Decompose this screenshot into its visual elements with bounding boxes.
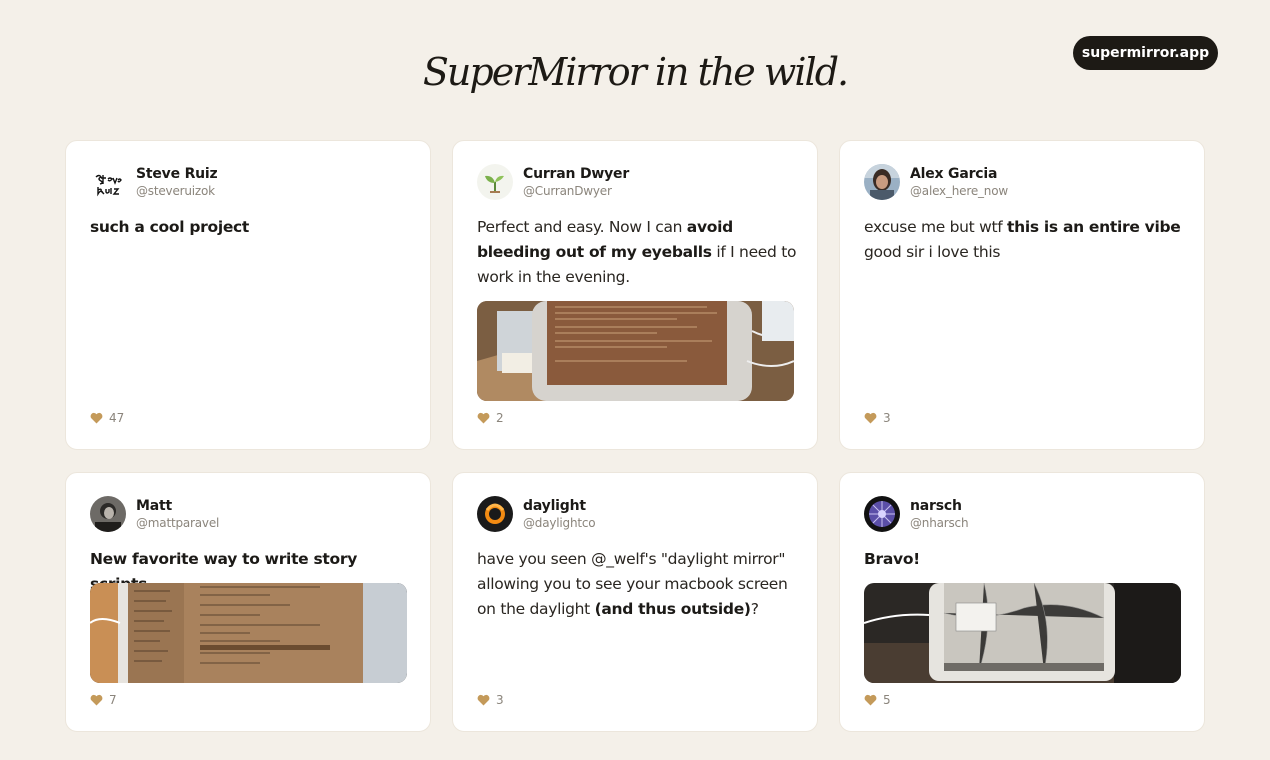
author-name: Curran Dwyer <box>523 165 630 182</box>
post-image-laptop-desk[interactable] <box>477 301 794 401</box>
author-name: Alex Garcia <box>910 165 998 182</box>
author-handle[interactable]: @steveruizok <box>136 183 217 199</box>
post-author: narsch @nharsch <box>864 496 969 532</box>
page-title: SuperMirror in the wild. <box>422 50 849 94</box>
author-name: daylight <box>523 497 586 514</box>
like-count-value: 7 <box>109 693 117 707</box>
post-card-narsch[interactable]: narsch @nharsch Bravo! 5 <box>839 472 1205 732</box>
post-card-curran-dwyer[interactable]: Curran Dwyer @CurranDwyer Perfect and ea… <box>452 140 818 450</box>
post-card-alex-garcia[interactable]: Alex Garcia @alex_here_now excuse me but… <box>839 140 1205 450</box>
post-image-tablet-map[interactable] <box>864 583 1181 683</box>
post-text-segment: Perfect and easy. Now I can <box>477 218 687 236</box>
post-text-segment: ? <box>750 600 759 618</box>
avatar[interactable] <box>90 496 126 532</box>
post-text-segment: excuse me but wtf <box>864 218 1008 236</box>
author-handle[interactable]: @daylightco <box>523 515 596 531</box>
avatar[interactable] <box>477 164 513 200</box>
post-author: daylight @daylightco <box>477 496 596 532</box>
heart-icon <box>477 694 490 706</box>
like-count[interactable]: 5 <box>864 693 891 707</box>
author-handle[interactable]: @alex_here_now <box>910 183 1008 199</box>
author-handle[interactable]: @CurranDwyer <box>523 183 629 199</box>
post-card-daylight[interactable]: daylight @daylightco have you seen @_wel… <box>452 472 818 732</box>
post-author: Steve Ruiz @steveruizok <box>90 164 218 200</box>
author-handle[interactable]: @nharsch <box>910 515 969 531</box>
heart-icon <box>90 412 103 424</box>
post-card-steve-ruiz[interactable]: Steve Ruiz @steveruizok such a cool proj… <box>65 140 431 450</box>
like-count-value: 2 <box>496 411 504 425</box>
post-text: Bravo! <box>864 547 1184 572</box>
post-text-emphasis: such a cool project <box>90 218 250 236</box>
post-text: Perfect and easy. Now I can avoid bleedi… <box>477 215 797 290</box>
like-count[interactable]: 7 <box>90 693 117 707</box>
like-count-value: 3 <box>883 411 891 425</box>
like-count[interactable]: 3 <box>477 693 504 707</box>
author-name: Matt <box>136 497 172 514</box>
post-text: excuse me but wtf this is an entire vibe… <box>864 215 1184 265</box>
avatar[interactable] <box>477 496 513 532</box>
heart-icon <box>477 412 490 424</box>
author-name: Steve Ruiz <box>136 165 218 182</box>
like-count-value: 47 <box>109 411 125 425</box>
like-count-value: 3 <box>496 693 504 707</box>
heart-icon <box>864 412 877 424</box>
like-count-value: 5 <box>883 693 891 707</box>
avatar[interactable] <box>90 164 126 200</box>
like-count[interactable]: 47 <box>90 411 124 425</box>
post-text: have you seen @_welf's "daylight mirror"… <box>477 547 797 622</box>
post-author: Curran Dwyer @CurranDwyer <box>477 164 629 200</box>
post-card-matt[interactable]: Matt @mattparavel New favorite way to wr… <box>65 472 431 732</box>
avatar[interactable] <box>864 496 900 532</box>
post-text: such a cool project <box>90 215 410 240</box>
avatar[interactable] <box>864 164 900 200</box>
author-handle[interactable]: @mattparavel <box>136 515 219 531</box>
post-text-emphasis: (and thus outside) <box>594 600 751 618</box>
like-count[interactable]: 3 <box>864 411 891 425</box>
heart-icon <box>90 694 103 706</box>
post-image-script-screen[interactable] <box>90 583 407 683</box>
post-author: Matt @mattparavel <box>90 496 219 532</box>
post-text-segment: good sir i love this <box>864 243 1001 261</box>
post-text-emphasis: Bravo! <box>864 550 920 568</box>
heart-icon <box>864 694 877 706</box>
author-name: narsch <box>910 497 962 514</box>
post-text-emphasis: this is an entire vibe <box>1007 218 1181 236</box>
post-author: Alex Garcia @alex_here_now <box>864 164 1008 200</box>
like-count[interactable]: 2 <box>477 411 504 425</box>
